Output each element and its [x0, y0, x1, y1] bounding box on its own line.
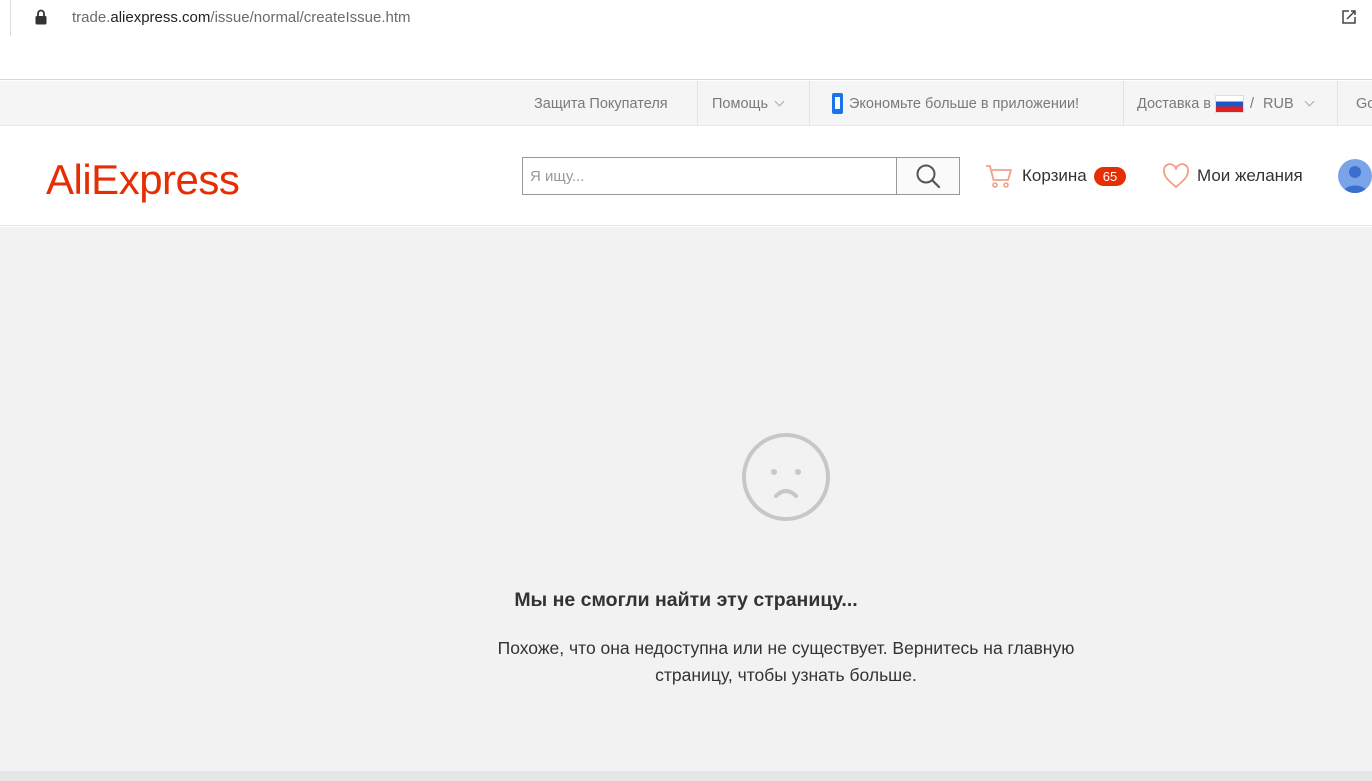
cart-icon	[986, 165, 1012, 188]
russia-flag-icon	[1215, 94, 1245, 113]
edit-link-icon[interactable]	[1340, 8, 1358, 26]
divider	[809, 81, 810, 126]
avatar[interactable]	[1338, 159, 1372, 193]
cart-count-badge: 65	[1093, 166, 1127, 186]
help-menu[interactable]: Помощь	[712, 81, 785, 126]
language-menu[interactable]: Go	[1356, 81, 1372, 126]
delivery-currency-menu[interactable]: Доставка в / RUB	[1137, 81, 1315, 126]
chevron-down-icon	[774, 96, 785, 106]
window-edge	[10, 0, 11, 36]
divider	[697, 81, 698, 126]
url-path: /issue/normal/createIssue.htm	[210, 9, 411, 26]
currency-separator: /	[1250, 95, 1255, 112]
heart-icon	[1163, 163, 1189, 188]
wishlist-link[interactable]: Мои желания	[1162, 162, 1303, 190]
buyer-protection-label: Защита Покупателя	[534, 95, 668, 112]
wishlist-label: Мои желания	[1197, 166, 1303, 185]
url-domain: aliexpress.com	[110, 9, 211, 26]
sad-face-icon	[742, 433, 830, 521]
search-icon	[916, 164, 941, 189]
language-label: Go	[1356, 95, 1372, 112]
phone-icon	[832, 93, 843, 114]
divider	[1123, 81, 1124, 126]
lock-icon[interactable]	[35, 9, 47, 25]
user-icon	[1343, 166, 1367, 193]
error-title: Мы не смогли найти эту страницу...	[514, 589, 858, 611]
help-label: Помощь	[712, 95, 769, 112]
app-promo-link[interactable]: Экономьте больше в приложении!	[832, 81, 1079, 126]
buyer-protection-link[interactable]: Защита Покупателя	[534, 81, 668, 126]
chevron-down-icon	[1304, 96, 1315, 106]
url-field[interactable]: trade.aliexpress.com/issue/normal/create…	[72, 9, 411, 26]
delivery-label: Доставка в	[1137, 95, 1212, 112]
currency-label: RUB	[1263, 95, 1294, 112]
main-content: Мы не смогли найти эту страницу... Похож…	[0, 227, 1372, 771]
error-description: Похоже, что она недоступна или не сущест…	[497, 638, 1075, 685]
search-input[interactable]	[523, 158, 897, 194]
search-button[interactable]	[896, 158, 959, 194]
search-bar	[522, 157, 960, 195]
top-utility-bar: Защита Покупателя Помощь Экономьте больш…	[0, 81, 1372, 126]
app-promo-label: Экономьте больше в приложении!	[849, 95, 1080, 112]
aliexpress-logo[interactable]: AliExpress	[46, 156, 240, 204]
url-prefix: trade.	[72, 9, 111, 26]
footer-strip	[0, 771, 1372, 781]
browser-address-bar: trade.aliexpress.com/issue/normal/create…	[0, 0, 1372, 80]
site-header: AliExpress Корзина 65 Мои желания	[0, 126, 1372, 226]
cart-link[interactable]: Корзина 65	[985, 162, 1127, 190]
divider	[1337, 81, 1338, 126]
cart-label: Корзина	[1022, 166, 1087, 185]
